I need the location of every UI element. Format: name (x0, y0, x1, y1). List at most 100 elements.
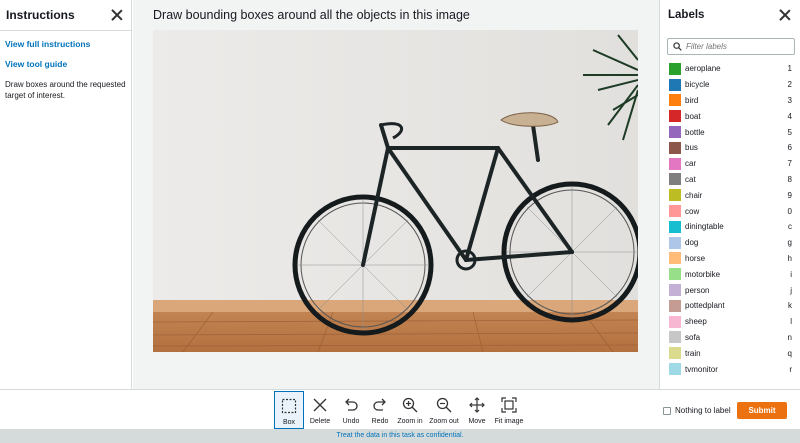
instructions-description: Draw boxes around the requested target o… (5, 80, 126, 100)
label-color-swatch (669, 205, 681, 218)
label-shortcut-key: 7 (787, 159, 792, 169)
label-shortcut-key: q (787, 348, 792, 358)
label-color-swatch (669, 94, 681, 107)
label-name: tvmonitor (685, 364, 718, 374)
box-icon (281, 398, 297, 414)
undo-tool-label: Undo (342, 418, 360, 425)
toolbar: Box Delete Undo Redo Zoom in Zoom out Mo… (0, 389, 800, 429)
label-name: cow (685, 206, 700, 216)
label-color-swatch (669, 252, 681, 265)
label-shortcut-key: h (787, 253, 792, 263)
move-tool-button[interactable]: Move (462, 391, 492, 429)
search-icon (673, 42, 682, 51)
label-name: dog (685, 238, 699, 248)
instructions-panel: Instructions View full instructions View… (0, 0, 132, 389)
label-name: motorbike (685, 269, 721, 279)
label-shortcut-key: 6 (787, 143, 792, 153)
zoom-out-tool-button[interactable]: Zoom out (429, 391, 459, 429)
label-item-horse[interactable]: horse h (669, 251, 792, 267)
label-item-train[interactable]: train q (669, 345, 792, 361)
label-shortcut-key: 5 (787, 127, 792, 137)
move-icon (469, 397, 485, 413)
close-labels-icon[interactable] (779, 9, 791, 21)
label-color-swatch (669, 284, 681, 297)
fit-image-icon (501, 397, 517, 413)
move-tool-label: Move (468, 418, 486, 425)
label-item-sofa[interactable]: sofa n (669, 330, 792, 346)
label-shortcut-key: j (790, 285, 792, 295)
label-item-bottle[interactable]: bottle 5 (669, 124, 792, 140)
zoom-in-icon (402, 397, 418, 413)
label-item-bird[interactable]: bird 3 (669, 93, 792, 109)
nothing-to-label-option[interactable]: Nothing to label (663, 406, 731, 415)
label-shortcut-key: r (789, 364, 792, 374)
label-item-cat[interactable]: cat 8 (669, 172, 792, 188)
label-name: bottle (685, 127, 705, 137)
label-item-chair[interactable]: chair 9 (669, 187, 792, 203)
label-name: aeroplane (685, 64, 721, 74)
label-item-tvmonitor[interactable]: tvmonitor r (669, 361, 792, 377)
label-name: sofa (685, 332, 701, 342)
label-color-swatch (669, 236, 681, 249)
label-shortcut-key: c (788, 222, 792, 232)
label-item-motorbike[interactable]: motorbike i (669, 266, 792, 282)
label-color-swatch (669, 363, 681, 376)
label-name: car (685, 159, 697, 169)
box-tool-button[interactable]: Box (274, 391, 304, 429)
filter-labels-input[interactable] (686, 42, 786, 51)
box-tool-label: Box (282, 419, 296, 426)
fit-image-tool-button[interactable]: Fit image (494, 391, 524, 429)
label-shortcut-key: 1 (787, 64, 792, 74)
label-name: train (685, 348, 701, 358)
label-shortcut-key: 0 (787, 206, 792, 216)
zoom-in-tool-button[interactable]: Zoom in (395, 391, 425, 429)
submit-button[interactable]: Submit (737, 402, 787, 419)
nothing-to-label-text: Nothing to label (675, 406, 731, 415)
redo-tool-button[interactable]: Redo (365, 391, 395, 429)
label-item-diningtable[interactable]: diningtable c (669, 219, 792, 235)
instructions-header: Instructions (0, 0, 131, 31)
label-item-pottedplant[interactable]: pottedplant k (669, 298, 792, 314)
label-item-person[interactable]: person j (669, 282, 792, 298)
zoom-out-tool-label: Zoom out (429, 418, 459, 425)
labels-title: Labels (668, 9, 705, 21)
zoom-out-icon (436, 397, 452, 413)
label-color-swatch (669, 299, 681, 312)
label-item-aeroplane[interactable]: aeroplane 1 (669, 61, 792, 77)
label-name: bus (685, 143, 698, 153)
label-color-swatch (669, 141, 681, 154)
labels-header: Labels (660, 0, 800, 30)
label-name: bird (685, 95, 699, 105)
close-instructions-icon[interactable] (111, 9, 123, 21)
view-tool-guide-link[interactable]: View tool guide (5, 59, 126, 69)
label-item-cow[interactable]: cow 0 (669, 203, 792, 219)
label-color-swatch (669, 157, 681, 170)
label-shortcut-key: 9 (787, 190, 792, 200)
delete-icon (313, 398, 327, 412)
undo-tool-button[interactable]: Undo (336, 391, 366, 429)
instructions-title: Instructions (6, 8, 75, 22)
workspace: Draw bounding boxes around all the objec… (133, 0, 659, 389)
label-color-swatch (669, 331, 681, 344)
label-color-swatch (669, 189, 681, 202)
nothing-to-label-checkbox[interactable] (663, 406, 671, 415)
filter-field[interactable] (667, 38, 795, 55)
annotation-canvas[interactable] (153, 30, 638, 352)
label-item-boat[interactable]: boat 4 (669, 108, 792, 124)
label-shortcut-key: 4 (787, 111, 792, 121)
label-shortcut-key: i (790, 269, 792, 279)
label-item-sheep[interactable]: sheep l (669, 314, 792, 330)
label-name: chair (685, 190, 703, 200)
label-name: sheep (685, 317, 707, 327)
label-name: cat (685, 174, 696, 184)
label-item-car[interactable]: car 7 (669, 156, 792, 172)
label-color-swatch (669, 173, 681, 186)
label-name: horse (685, 253, 706, 263)
delete-tool-label: Delete (309, 418, 331, 425)
label-item-bicycle[interactable]: bicycle 2 (669, 77, 792, 93)
undo-icon (345, 398, 358, 411)
view-full-instructions-link[interactable]: View full instructions (5, 39, 126, 49)
label-item-dog[interactable]: dog g (669, 235, 792, 251)
label-item-bus[interactable]: bus 6 (669, 140, 792, 156)
delete-tool-button[interactable]: Delete (305, 391, 335, 429)
